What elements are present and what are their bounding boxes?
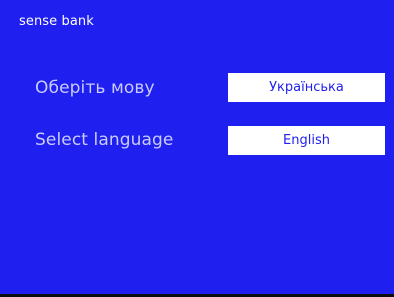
ukrainian-language-button[interactable]: Українська [228, 73, 385, 102]
english-language-button[interactable]: English [228, 126, 385, 155]
atm-screen: sense bank Оберіть мову Українська Selec… [0, 0, 394, 294]
prompt-ukrainian: Оберіть мову [35, 78, 155, 98]
prompt-english: Select language [35, 130, 174, 150]
brand-logo: sense bank [19, 14, 94, 29]
